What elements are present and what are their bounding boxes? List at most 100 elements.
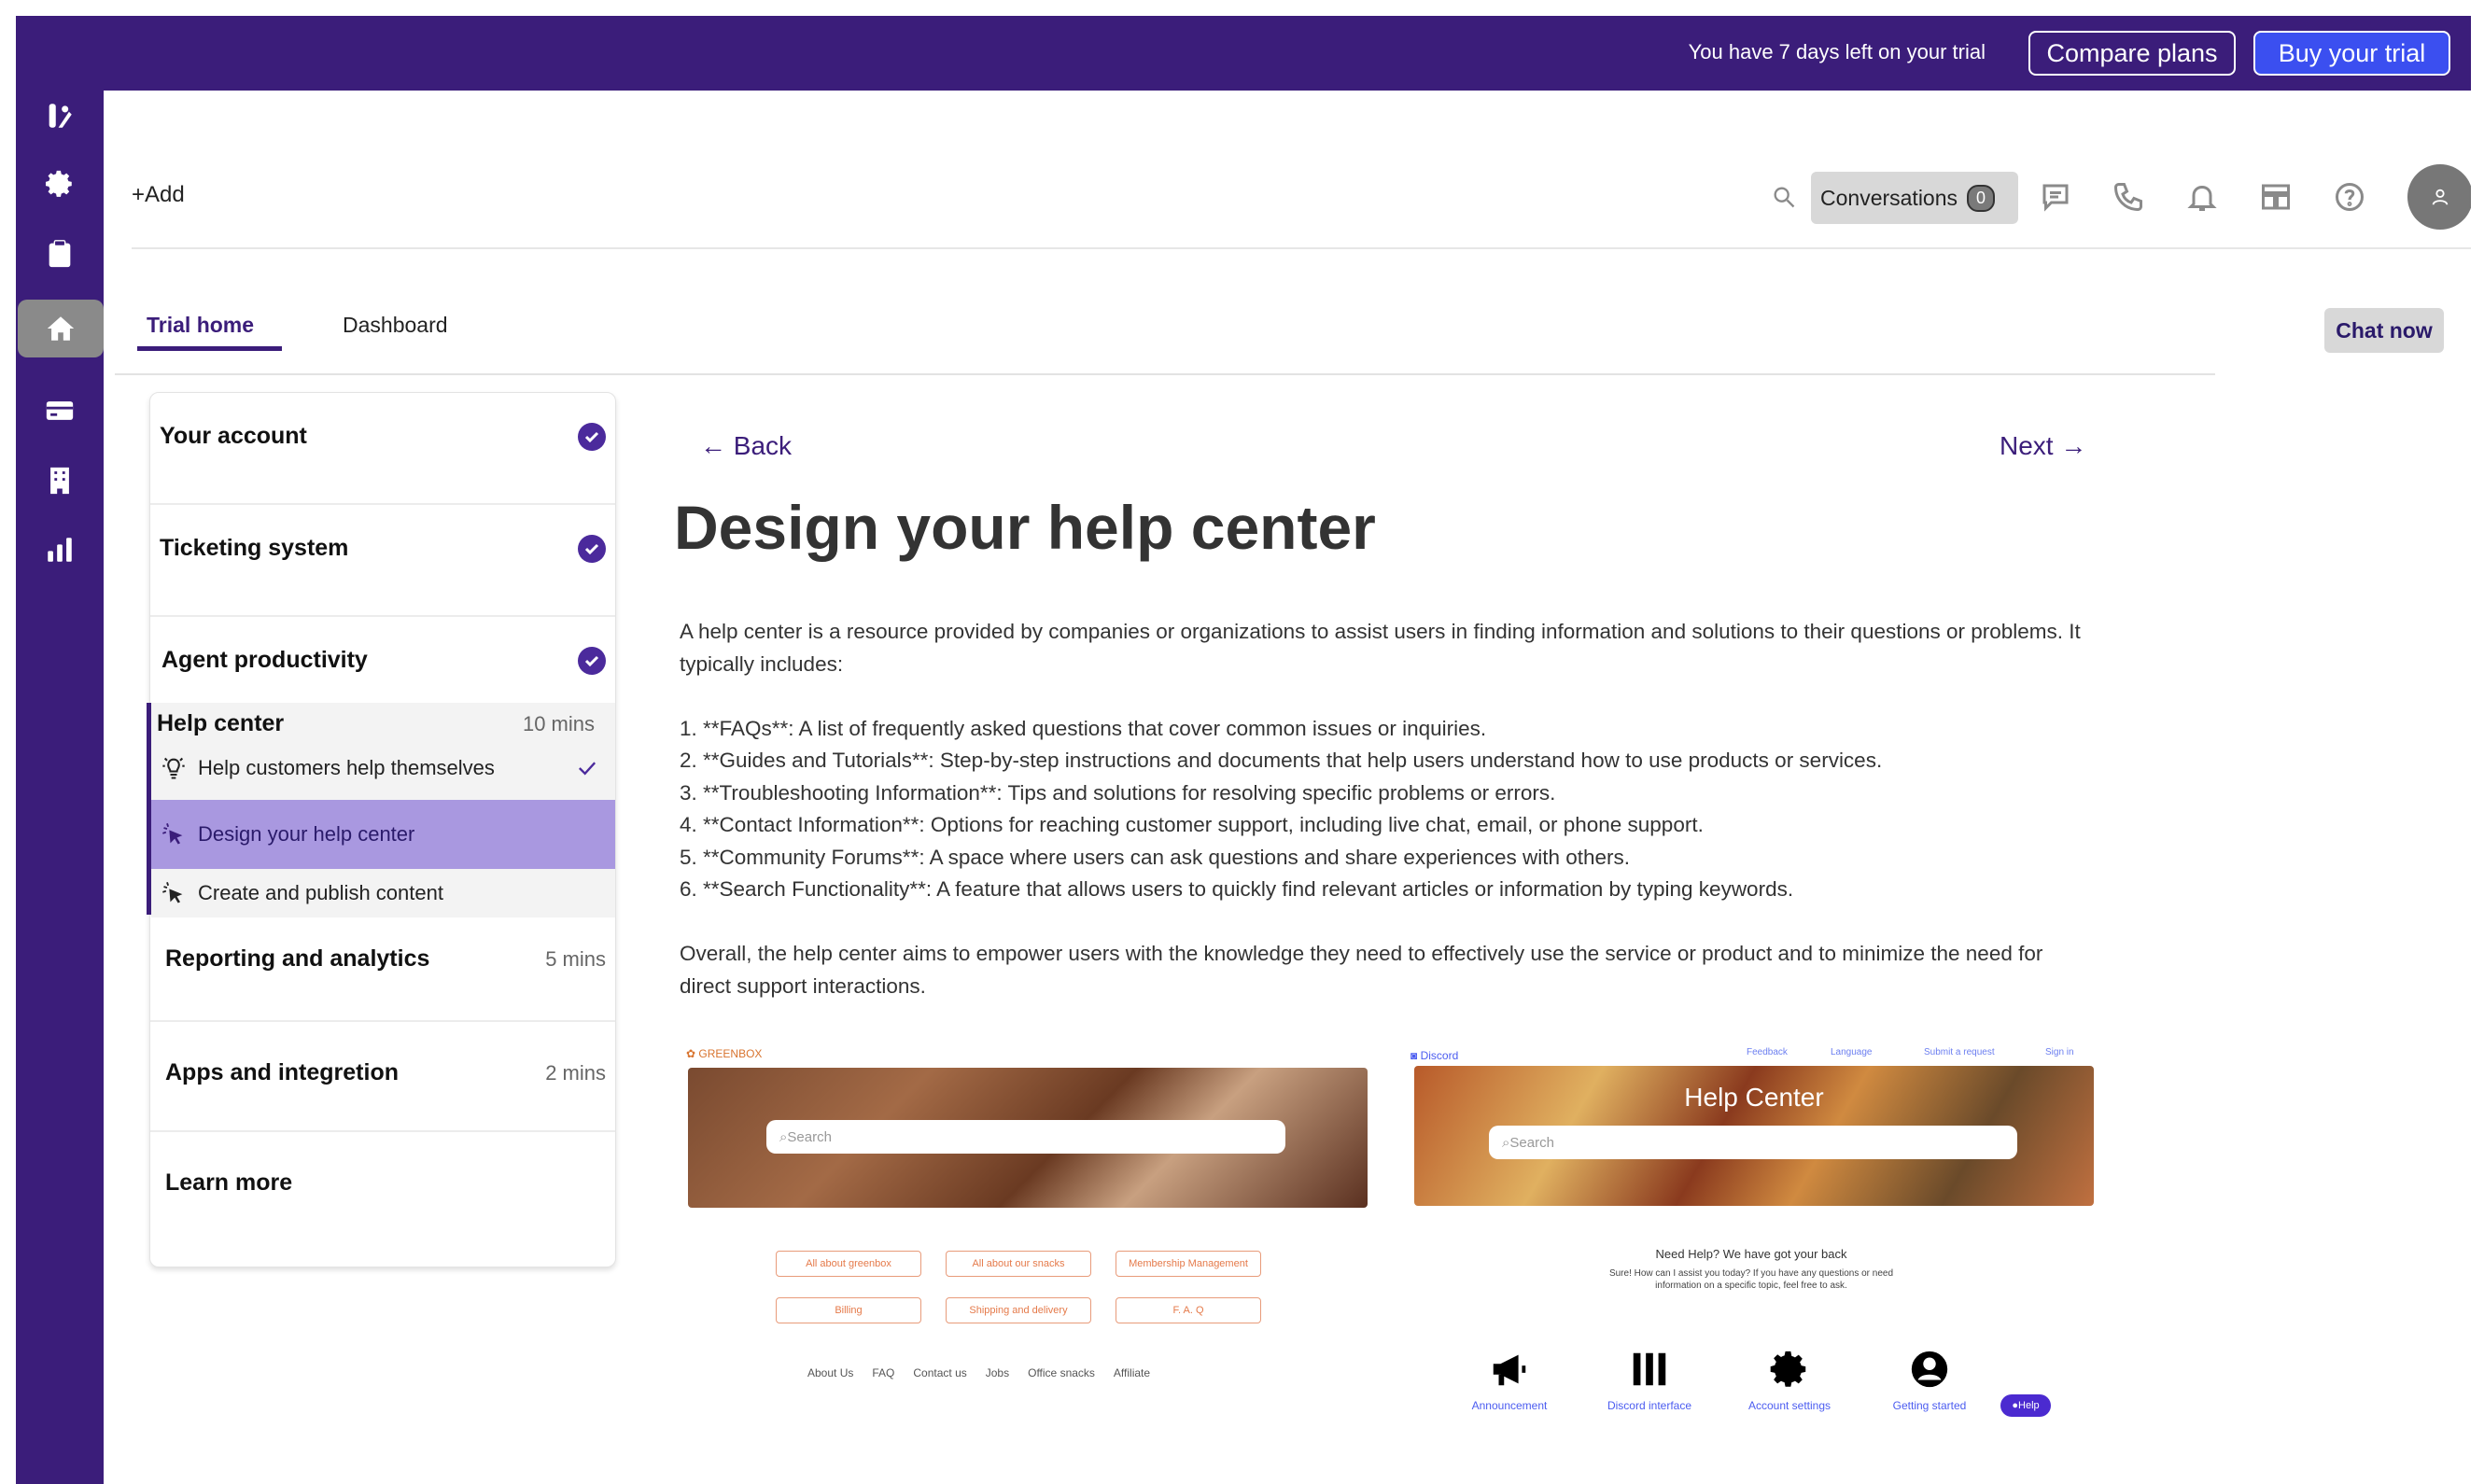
bar-chart-icon[interactable] (35, 525, 85, 575)
duration-label: 5 mins (545, 947, 606, 971)
greenbox-category: Shipping and delivery (946, 1297, 1091, 1323)
greenbox-example: ✿ GREENBOX ⌕ Search All about greenbox A… (686, 1040, 1368, 1394)
clipboard-icon[interactable] (35, 229, 85, 279)
search-icon[interactable] (1771, 184, 1799, 212)
trial-days-text: You have 7 days left on your trial (1688, 40, 1986, 63)
greenbox-category: F. A. Q (1116, 1297, 1261, 1323)
footer-link: FAQ (872, 1366, 895, 1379)
help-circle-icon: ● (2012, 1400, 2019, 1411)
greenbox-search: ⌕ Search (766, 1120, 1285, 1154)
subitem-label: Help customers help themselves (198, 756, 495, 779)
checklist-item-label: Ticketing system (160, 535, 349, 561)
help-icon[interactable] (2333, 180, 2366, 214)
list-item: 1. **FAQs**: A list of frequently asked … (680, 716, 1487, 740)
list-item: 6. **Search Functionality**: A feature t… (680, 877, 1794, 901)
sure-line: information on a specific topic, feel fr… (1655, 1281, 1847, 1291)
onboarding-checklist: Your account Ticketing system Agent prod… (147, 392, 616, 1267)
checklist-item-label: Help center (157, 710, 285, 736)
checklist-item-label: Your account (160, 423, 307, 449)
tab-dashboard[interactable]: Dashboard (343, 313, 448, 338)
list-item: 2. **Guides and Tutorials**: Step-by-ste… (680, 749, 1883, 772)
discord-example: ◙ Discord Feedback Language Submit a req… (1410, 1040, 2098, 1417)
active-tab-indicator (137, 346, 282, 351)
gear-icon[interactable] (35, 159, 85, 209)
building-icon[interactable] (35, 455, 85, 506)
checklist-item-label: Agent productivity (161, 647, 368, 673)
category-label: Discord interface (1607, 1399, 1692, 1412)
cursor-click-icon (162, 882, 183, 903)
back-link[interactable]: ← Back (700, 431, 792, 461)
chat-now-button[interactable]: Chat now (2324, 308, 2444, 353)
megaphone-icon (1493, 1354, 1526, 1386)
search-icon: ⌕ (779, 1128, 788, 1145)
subitem-design-help-center[interactable]: Design your help center (151, 800, 615, 869)
discord-category: Getting started (1864, 1348, 1995, 1412)
category-label: Announcement (1471, 1399, 1548, 1412)
article-body: A help center is a resource provided by … (680, 616, 2098, 1002)
check-circle-icon (578, 535, 606, 563)
home-icon[interactable] (18, 300, 104, 357)
sure-line: Sure! How can I assist you today? If you… (1608, 1268, 1894, 1279)
greenbox-category: All about our snacks (946, 1251, 1091, 1277)
layout-icon[interactable] (2259, 180, 2293, 214)
conversations-button[interactable]: Conversations 0 (1811, 172, 2018, 224)
discord-logo-text: Discord (1420, 1049, 1459, 1062)
duration-label: 10 mins (522, 712, 595, 735)
help-badge-label: Help (2018, 1400, 2040, 1411)
footer-link: Office snacks (1028, 1366, 1095, 1379)
discord-hero-image: Help Center ⌕ Search (1414, 1066, 2094, 1206)
page-title: Design your help center (674, 493, 1376, 562)
intro-paragraph: A help center is a resource provided by … (680, 620, 2081, 676)
leaf-icon: ✿ (686, 1047, 699, 1060)
lightbulb-icon (162, 757, 185, 779)
checklist-item-learn-more[interactable]: Learn more (150, 1132, 615, 1263)
conversations-count-badge: 0 (1967, 184, 1996, 212)
chat-icon[interactable] (2039, 180, 2072, 214)
list-item: 3. **Troubleshooting Information**: Tips… (680, 780, 1556, 805)
greenbox-category: Billing (776, 1297, 921, 1323)
search-placeholder: Search (1509, 1134, 1554, 1151)
subitem-create-publish[interactable]: Create and publish content (151, 869, 615, 917)
search-icon: ⌕ (1502, 1134, 1510, 1151)
header-divider (132, 247, 2471, 249)
add-button[interactable]: +Add (132, 182, 185, 208)
tab-trial-home[interactable]: Trial home (147, 313, 254, 338)
subitem-help-customers[interactable]: Help customers help themselves (151, 736, 615, 800)
discord-link: Feedback (1747, 1047, 1788, 1057)
footer-link: About Us (807, 1366, 854, 1379)
tab-divider (115, 373, 2215, 375)
checklist-item-label: Learn more (165, 1169, 293, 1196)
greenbox-hero-image: ⌕ Search (688, 1068, 1368, 1208)
compare-plans-button[interactable]: Compare plans (2028, 31, 2236, 76)
search-placeholder: Search (787, 1128, 832, 1145)
logo-icon[interactable] (35, 91, 85, 141)
greenbox-logo-text: GREENBOX (698, 1047, 763, 1060)
avatar[interactable] (2407, 164, 2471, 230)
subitem-label: Create and publish content (198, 881, 443, 904)
checklist-item-ticketing[interactable]: Ticketing system (150, 505, 615, 615)
check-circle-icon (578, 647, 606, 675)
phone-icon[interactable] (2112, 180, 2145, 214)
discord-link: Submit a request (1924, 1047, 1995, 1057)
bell-icon[interactable] (2185, 180, 2219, 214)
trial-banner: You have 7 days left on your trial Compa… (104, 16, 2471, 91)
greenbox-footer: About Us FAQ Contact us Jobs Office snac… (807, 1366, 1150, 1379)
footer-link: Contact us (913, 1366, 967, 1379)
checklist-item-agent-productivity[interactable]: Agent productivity (150, 617, 615, 703)
greenbox-logo: ✿ GREENBOX (686, 1047, 762, 1060)
gear-icon (1770, 1351, 1806, 1387)
user-circle-icon (1911, 1351, 1948, 1388)
checklist-item-apps[interactable]: Apps and integretion 2 mins (150, 1022, 615, 1130)
greenbox-category: Membership Management (1116, 1251, 1261, 1277)
conversations-label: Conversations (1820, 185, 1958, 210)
discord-hero-title: Help Center (1684, 1083, 1824, 1112)
card-icon[interactable] (35, 385, 85, 436)
checklist-item-your-account[interactable]: Your account (150, 393, 615, 503)
footer-link: Jobs (985, 1366, 1010, 1379)
outro-paragraph: Overall, the help center aims to empower… (680, 942, 2043, 998)
next-link[interactable]: Next → (2000, 431, 2086, 461)
checklist-item-reporting[interactable]: Reporting and analytics 5 mins (150, 916, 615, 1020)
columns-icon (1633, 1352, 1666, 1386)
check-circle-icon (578, 423, 606, 451)
buy-trial-button[interactable]: Buy your trial (2253, 31, 2450, 76)
